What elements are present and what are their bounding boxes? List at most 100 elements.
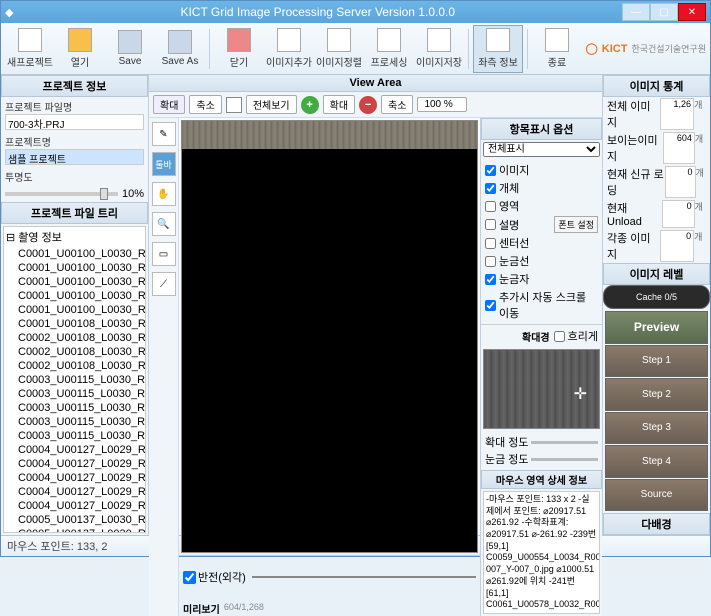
thumb-source[interactable]: Source [605, 479, 708, 512]
ruler-tool[interactable]: ▭ [152, 242, 176, 266]
opacity-value: 10% [122, 188, 144, 200]
tree-item[interactable]: C0003_U00115_L0030_R0 [4, 429, 145, 443]
pen-tool[interactable]: ✎ [152, 122, 176, 146]
fit-all-button[interactable]: 전체보기 [246, 95, 297, 114]
tree-item[interactable]: C0001_U00100_L0030_R0 [4, 261, 145, 275]
maximize-button[interactable]: ▢ [650, 3, 678, 21]
tree-item[interactable]: C0003_U00115_L0030_R0 [4, 373, 145, 387]
tree-item[interactable]: C0005_U00137_L0030_R0 [4, 527, 145, 533]
save-icon [118, 30, 142, 54]
hand-tool[interactable]: ✋ [152, 182, 176, 206]
option-1[interactable]: 개체 [485, 179, 598, 197]
project-file-label: 프로젝트 파일명 [5, 99, 144, 114]
measure-tool[interactable]: ⟋ [152, 272, 176, 296]
view-area-header: View Area [149, 75, 602, 92]
save-image-button[interactable]: 이미지저장 [414, 25, 464, 73]
tree-item[interactable]: C0001_U00100_L0030_R0 [4, 303, 145, 317]
zoom-percent[interactable]: 100 % [417, 97, 467, 112]
zoom-minus-icon[interactable]: − [359, 96, 377, 114]
zoom-in-tab[interactable]: 확대 [153, 95, 185, 114]
saveas-button[interactable]: Save As [155, 25, 205, 73]
option-4[interactable]: 센터선 [485, 234, 598, 252]
tree-item[interactable]: C0001_U00100_L0030_R0 [4, 247, 145, 261]
preview-strip[interactable] [252, 576, 476, 578]
exit-button[interactable]: 종료 [532, 25, 582, 73]
zoom-accuracy-slider[interactable] [531, 441, 598, 444]
display-select[interactable]: 전체표시 [483, 142, 600, 157]
crosshair-icon: ✛ [574, 384, 587, 404]
project-file-value[interactable]: 700-3차.PRJ [5, 114, 144, 130]
addimg-icon [277, 28, 301, 52]
thumb-preview[interactable]: Preview [605, 311, 708, 344]
open-button[interactable]: 열기 [55, 25, 105, 73]
opacity-slider[interactable] [5, 192, 118, 196]
add-image-button[interactable]: 이미지추가 [264, 25, 314, 73]
option-5[interactable]: 눈금선 [485, 252, 598, 270]
option-7[interactable]: 추가시 자동 스크롤 이동 [485, 288, 598, 322]
tree-item[interactable]: C0004_U00127_L0029_R0 [4, 485, 145, 499]
tree-item[interactable]: C0004_U00127_L0029_R0 [4, 471, 145, 485]
option-6[interactable]: 눈금자 [485, 270, 598, 288]
info-icon [486, 28, 510, 52]
stat-row: 보이는이미지604개 [603, 131, 710, 165]
project-name-label: 프로젝트명 [5, 134, 144, 149]
crack-info-button[interactable]: 좌측 정보 [473, 25, 523, 73]
tree-item[interactable]: C0002_U00108_L0030_R0 [4, 359, 145, 373]
thumb-step-1[interactable]: Step 1 [605, 345, 708, 378]
zoom-plus-icon[interactable]: + [301, 96, 319, 114]
open-icon [68, 28, 92, 52]
close-icon [227, 28, 251, 52]
blur-checkbox[interactable]: 흐리게 [554, 327, 598, 345]
magnify-tool[interactable]: 🔍 [152, 212, 176, 236]
zoom-plus-label[interactable]: 확대 [323, 95, 355, 114]
new-project-button[interactable]: 새프로젝트 [5, 25, 55, 73]
tree-item[interactable]: C0005_U00137_L0030_R0 [4, 513, 145, 527]
invert-checkbox[interactable]: 반전(외각) [183, 569, 246, 585]
zoom-out-tab[interactable]: 축소 [189, 95, 221, 114]
save-button[interactable]: Save [105, 25, 155, 73]
font-settings-button[interactable]: 폰트 설정 [554, 216, 598, 233]
close-project-button[interactable]: 닫기 [214, 25, 264, 73]
app-icon: ◆ [5, 6, 13, 19]
cache-indicator: Cache 0/5 [603, 285, 710, 309]
mouse-detail-box[interactable]: -마우스 포인트: 133 x 2 -실제에서 포인트: ⌀20917.51 ⌀… [483, 491, 600, 614]
window-title: KICT Grid Image Processing Server Versio… [13, 5, 622, 19]
option-3[interactable]: 설명폰트 설정 [485, 215, 598, 234]
navigator-thumbnail[interactable]: ✛ [483, 349, 600, 429]
close-button[interactable]: ✕ [678, 3, 706, 21]
tree-root[interactable]: ⊟ 촬영 정보 [4, 227, 145, 247]
file-tree[interactable]: ⊟ 촬영 정보 C0001_U00100_L0030_R0C0001_U0010… [3, 226, 146, 533]
option-0[interactable]: 이미지 [485, 161, 598, 179]
image-level-header: 이미지 레벨 [603, 263, 710, 285]
grid-accuracy-slider[interactable] [531, 458, 598, 461]
minimize-button[interactable]: — [622, 3, 650, 21]
project-name-value[interactable]: 샘플 프로젝트 [5, 149, 144, 165]
stat-row: 각종 이미지0개 [603, 229, 710, 263]
canvas-texture [182, 121, 477, 149]
tree-item[interactable]: C0003_U00115_L0030_R0 [4, 387, 145, 401]
thumb-step-4[interactable]: Step 4 [605, 445, 708, 478]
tree-item[interactable]: C0001_U00108_L0030_R0 [4, 317, 145, 331]
zoom-minus-label[interactable]: 축소 [381, 95, 413, 114]
tree-item[interactable]: C0001_U00100_L0030_R0 [4, 289, 145, 303]
tree-item[interactable]: C0003_U00115_L0030_R0 [4, 415, 145, 429]
option-2[interactable]: 영역 [485, 197, 598, 215]
image-canvas[interactable] [181, 120, 478, 553]
fit-icon[interactable] [226, 97, 242, 113]
process-button[interactable]: 프로세싱 [364, 25, 414, 73]
tree-item[interactable]: C0002_U00108_L0030_R0 [4, 345, 145, 359]
tree-item[interactable]: C0004_U00127_L0029_R0 [4, 457, 145, 471]
tree-item[interactable]: C0001_U00100_L0030_R0 [4, 275, 145, 289]
brand-logo: ◯ KICT 한국건설기술연구원 [585, 42, 706, 55]
toolbar-tool[interactable]: 툴바 [152, 152, 176, 176]
align-image-button[interactable]: 이미지정렬 [314, 25, 364, 73]
thumb-step-2[interactable]: Step 2 [605, 378, 708, 411]
thumb-step-3[interactable]: Step 3 [605, 412, 708, 445]
tree-item[interactable]: C0004_U00127_L0029_R0 [4, 499, 145, 513]
exit-icon [545, 28, 569, 52]
tree-item[interactable]: C0003_U00115_L0030_R0 [4, 401, 145, 415]
tree-item[interactable]: C0004_U00127_L0029_R0 [4, 443, 145, 457]
alignimg-icon [327, 28, 351, 52]
tree-item[interactable]: C0002_U00108_L0030_R0 [4, 331, 145, 345]
grid-accuracy-label: 눈금 정도 [485, 451, 529, 467]
